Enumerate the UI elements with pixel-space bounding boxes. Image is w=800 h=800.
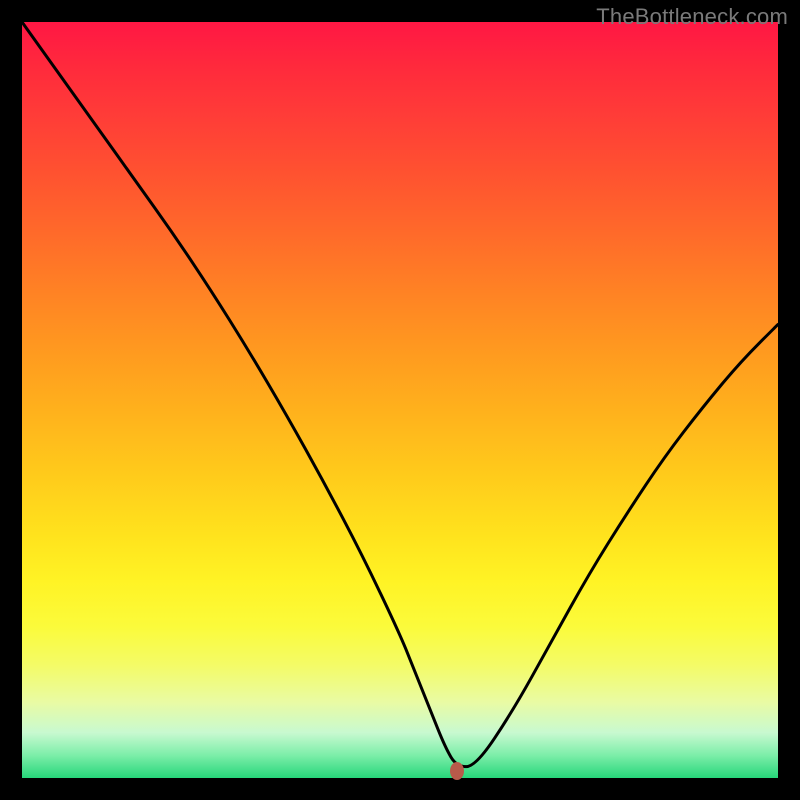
chart-frame: TheBottleneck.com	[0, 0, 800, 800]
watermark-text: TheBottleneck.com	[596, 4, 788, 30]
optimal-point-marker	[450, 762, 464, 780]
plot-gradient-background	[22, 22, 778, 778]
